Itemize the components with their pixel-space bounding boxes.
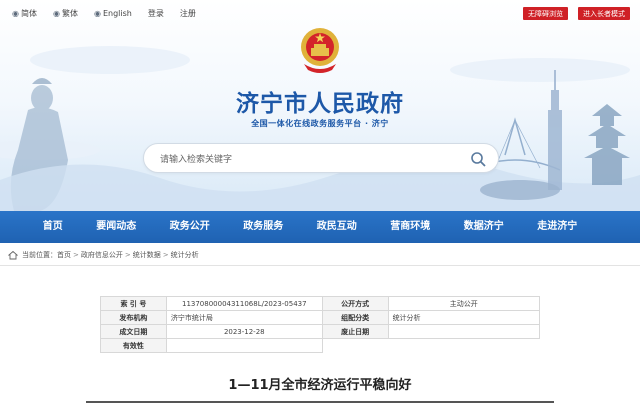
table-label: 废止日期	[321, 324, 389, 339]
table-value: 主动公开	[387, 296, 541, 311]
table-empty-cell	[388, 339, 539, 353]
breadcrumb-item-disclosure[interactable]: 政府信息公开	[81, 250, 123, 260]
top-link-traditional[interactable]: ◉ 繁体	[53, 8, 78, 19]
search-icon[interactable]	[470, 151, 486, 167]
breadcrumb-prefix: 当前位置：	[22, 250, 57, 259]
search-placeholder[interactable]: 请输入检索关键字	[160, 152, 232, 165]
top-link-label: 注册	[179, 8, 196, 18]
globe-icon: ◉	[93, 8, 101, 18]
nav-item-interaction[interactable]: 政民互动	[300, 211, 374, 243]
top-buttons: 无障碍浏览 进入长者模式	[523, 7, 630, 20]
nav-item-home[interactable]: 首页	[26, 211, 80, 243]
top-link-label: English	[102, 8, 132, 18]
table-value	[165, 338, 323, 353]
nav-item-services[interactable]: 政务服务	[227, 211, 301, 243]
table-value: 济宁市统计局	[165, 310, 323, 325]
top-link-register[interactable]: 注册	[180, 8, 196, 19]
table-row: 成文日期 2023-12-28 废止日期	[100, 324, 541, 339]
top-link-label: 繁体	[61, 8, 78, 18]
breadcrumb-divider	[0, 265, 640, 266]
table-label: 有效性	[100, 338, 167, 353]
article-title: 1—11月全市经济运行平稳向好	[228, 378, 412, 393]
language-icon: ◉	[12, 8, 19, 18]
table-row: 有效性	[100, 338, 540, 353]
breadcrumb: 当前位置： 首页 > 政府信息公开 > 统计数据 > 统计分析	[0, 244, 640, 265]
header-banner: 济宁市人民政府 全国一体化在线政务服务平台 · 济宁 请输入检索关键字	[0, 0, 640, 211]
title-divider	[86, 401, 554, 403]
site-subtitle: 全国一体化在线政务服务平台 · 济宁	[251, 119, 389, 128]
breadcrumb-separator: >	[73, 250, 79, 259]
top-link-login[interactable]: 登录	[148, 8, 164, 19]
top-link-simplified[interactable]: ◉ 简体	[12, 8, 37, 19]
nav-item-data[interactable]: 数据济宁	[447, 211, 521, 243]
table-label: 索 引 号	[100, 296, 167, 311]
top-link-label: 登录	[147, 8, 164, 18]
national-emblem-icon	[301, 28, 339, 73]
table-empty-cell	[322, 339, 388, 353]
language-icon: ◉	[52, 8, 60, 18]
table-value	[387, 324, 541, 339]
breadcrumb-item-analysis[interactable]: 统计分析	[171, 250, 199, 260]
breadcrumb-item-statistics[interactable]: 统计数据	[133, 250, 161, 260]
nav-item-news[interactable]: 要闻动态	[80, 211, 154, 243]
table-label: 发布机构	[100, 310, 167, 325]
table-row: 发布机构 济宁市统计局 组配分类 统计分析	[100, 310, 541, 325]
table-value: 2023-12-28	[165, 324, 323, 339]
top-links: ◉ 简体 ◉ 繁体 ◉ English 登录 注册	[12, 8, 212, 19]
search-box[interactable]: 请输入检索关键字	[143, 143, 499, 173]
site-title: 济宁市人民政府	[236, 91, 404, 117]
nav-item-business[interactable]: 营商环境	[374, 211, 448, 243]
table-label: 组配分类	[321, 310, 389, 325]
elderly-mode-button[interactable]: 进入长者模式	[578, 7, 630, 20]
breadcrumb-item-home[interactable]: 首页	[57, 250, 71, 260]
top-link-label: 简体	[20, 8, 37, 18]
table-value: 11370800004311068L/2023-05437	[165, 296, 323, 311]
home-icon	[8, 250, 18, 259]
table-label: 公开方式	[321, 296, 389, 311]
table-row: 索 引 号 11370800004311068L/2023-05437 公开方式…	[100, 296, 541, 311]
accessibility-button[interactable]: 无障碍浏览	[523, 7, 568, 20]
table-label: 成文日期	[100, 324, 167, 339]
nav-item-about[interactable]: 走进济宁	[521, 211, 595, 243]
breadcrumb-separator: >	[162, 250, 169, 259]
table-value: 统计分析	[387, 310, 541, 325]
main-nav: 首页 要闻动态 政务公开 政务服务 政民互动 营商环境 数据济宁 走进济宁	[0, 211, 640, 243]
top-link-english[interactable]: ◉ English	[94, 9, 132, 18]
top-bar: ◉ 简体 ◉ 繁体 ◉ English 登录 注册 无障碍浏览 进入长者模式	[0, 0, 640, 26]
stadium-silhouette	[480, 180, 560, 200]
breadcrumb-separator: >	[124, 250, 131, 259]
document-info-table: 索 引 号 11370800004311068L/2023-05437 公开方式…	[100, 296, 541, 353]
nav-item-disclosure[interactable]: 政务公开	[153, 211, 227, 243]
